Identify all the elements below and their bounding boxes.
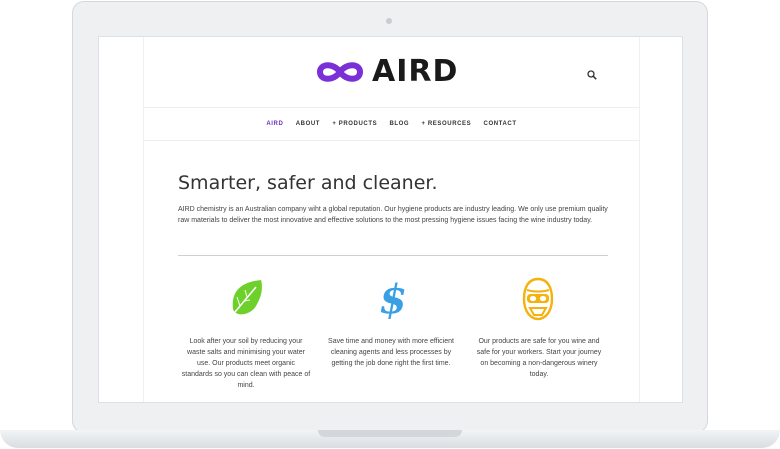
nav-item-contact[interactable]: CONTACT: [484, 121, 517, 127]
infinity-logo-icon: [316, 62, 364, 82]
svg-text:$: $: [381, 276, 405, 321]
camera-dot: [386, 18, 392, 24]
website-page: AIRD AIRD ABOUT + PRODUCTS BLOG + RESOUR…: [143, 37, 640, 402]
leaf-icon: [228, 278, 264, 325]
safety-mask-icon: [521, 277, 555, 326]
browser-viewport: AIRD AIRD ABOUT + PRODUCTS BLOG + RESOUR…: [98, 36, 683, 403]
feature-text-safety: Our products are safe for you wine and s…: [476, 338, 602, 378]
main-nav: AIRD ABOUT + PRODUCTS BLOG + RESOURCES C…: [144, 121, 639, 127]
search-icon: [587, 70, 597, 80]
dollar-icon: $: [379, 275, 407, 326]
feature-text-soil: Look after your soil by reducing your wa…: [181, 338, 311, 389]
feature-text-money: Save time and money with more efficient …: [328, 338, 454, 367]
page-headline: Smarter, safer and cleaner.: [178, 172, 438, 194]
site-logo[interactable]: AIRD: [312, 57, 458, 87]
laptop-base-notch: [318, 430, 462, 437]
nav-divider: [144, 140, 639, 141]
nav-item-products[interactable]: + PRODUCTS: [332, 121, 377, 127]
header-divider: [144, 107, 639, 108]
nav-item-resources[interactable]: + RESOURCES: [421, 121, 471, 127]
content-divider: [178, 255, 608, 256]
laptop-frame: AIRD AIRD ABOUT + PRODUCTS BLOG + RESOUR…: [72, 1, 708, 433]
nav-item-about[interactable]: ABOUT: [296, 121, 320, 127]
search-button[interactable]: [587, 67, 597, 85]
intro-paragraph: AIRD chemistry is an Australian company …: [178, 206, 608, 224]
logo-text: AIRD: [372, 54, 459, 89]
nav-item-blog[interactable]: BLOG: [389, 121, 409, 127]
nav-item-aird[interactable]: AIRD: [266, 121, 283, 127]
